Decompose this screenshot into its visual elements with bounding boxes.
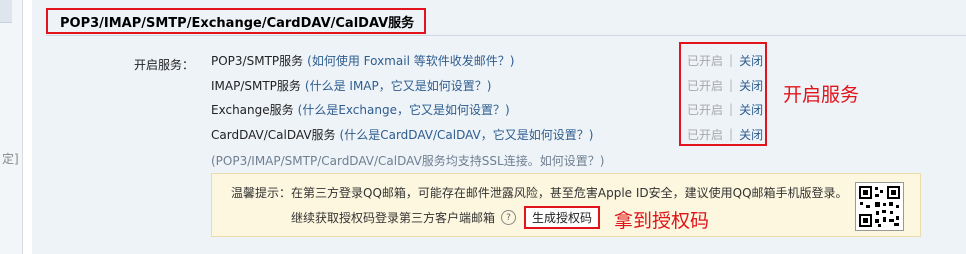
service-row-exchange: Exchange服务 (什么是Exchange，它又是如何设置？) (211, 100, 510, 118)
service-row-pop3: POP3/SMTP服务 (如何使用 Foxmail 等软件收发邮件？) (211, 51, 514, 69)
status-separator: | (729, 127, 734, 141)
ssl-note-link[interactable]: (POP3/IMAP/SMTP/CardDAV/CalDAV服务均支持SSL连接… (211, 152, 604, 169)
clipped-text: 定] (2, 152, 19, 166)
disable-link[interactable]: 关闭 (739, 126, 763, 143)
disable-link[interactable]: 关闭 (739, 52, 763, 69)
tip-box: 温馨提示：在第三方登录QQ邮箱，可能存在邮件泄露风险，甚至危害Apple ID安… (211, 173, 921, 237)
qr-code-icon (855, 182, 904, 231)
help-icon[interactable]: ? (501, 210, 517, 225)
tip-action-line: 继续获取授权码登录第三方客户端邮箱 ? 生成授权码 (291, 206, 601, 229)
service-help-link[interactable]: (什么是CardDAV/CalDAV，它又是如何设置？) (340, 126, 594, 143)
service-name: Exchange服务 (211, 102, 294, 117)
service-row-carddav: CardDAV/CalDAV服务 (什么是CardDAV/CalDAV，它又是如… (211, 125, 593, 143)
left-scroll-edge: 定] (0, 0, 23, 254)
services-label: 开启服务： (134, 58, 195, 72)
annotation-enable-service: 开启服务 (783, 84, 860, 106)
scrollbar-thumb[interactable] (0, 0, 12, 23)
status-row-imap: 已开启 | 关闭 (687, 76, 763, 94)
disable-link[interactable]: 关闭 (739, 77, 763, 94)
service-row-imap: IMAP/SMTP服务 (什么是 IMAP，它又是如何设置？) (211, 76, 491, 94)
status-separator: | (729, 102, 734, 116)
tip-action-text: 继续获取授权码登录第三方客户端邮箱 (291, 211, 496, 225)
status-separator: | (729, 78, 734, 92)
tip-text: 温馨提示：在第三方登录QQ邮箱，可能存在邮件泄露风险，甚至危害Apple ID安… (231, 186, 848, 200)
annotation-get-auth-code: 拿到授权码 (614, 210, 710, 232)
service-name: POP3/SMTP服务 (211, 53, 304, 68)
section-title: POP3/IMAP/SMTP/Exchange/CardDAV/CalDAV服务 (46, 8, 427, 34)
service-help-link[interactable]: (什么是Exchange，它又是如何设置？) (298, 101, 510, 118)
disable-link[interactable]: 关闭 (739, 101, 763, 118)
service-help-link[interactable]: (什么是 IMAP，它又是如何设置？) (305, 77, 492, 94)
section-divider (46, 35, 966, 36)
status-enabled: 已开启 (687, 53, 724, 68)
generate-auth-code-button[interactable]: 生成授权码 (524, 206, 601, 229)
status-enabled: 已开启 (687, 78, 724, 93)
status-enabled: 已开启 (687, 127, 724, 142)
status-row-exchange: 已开启 | 关闭 (687, 100, 763, 118)
status-row-pop3: 已开启 | 关闭 (687, 51, 763, 69)
service-name: IMAP/SMTP服务 (211, 78, 301, 93)
status-enabled: 已开启 (687, 102, 724, 117)
service-help-link[interactable]: (如何使用 Foxmail 等软件收发邮件？) (307, 52, 514, 69)
status-row-carddav: 已开启 | 关闭 (687, 125, 763, 143)
status-separator: | (729, 53, 734, 67)
service-name: CardDAV/CalDAV服务 (211, 127, 336, 142)
